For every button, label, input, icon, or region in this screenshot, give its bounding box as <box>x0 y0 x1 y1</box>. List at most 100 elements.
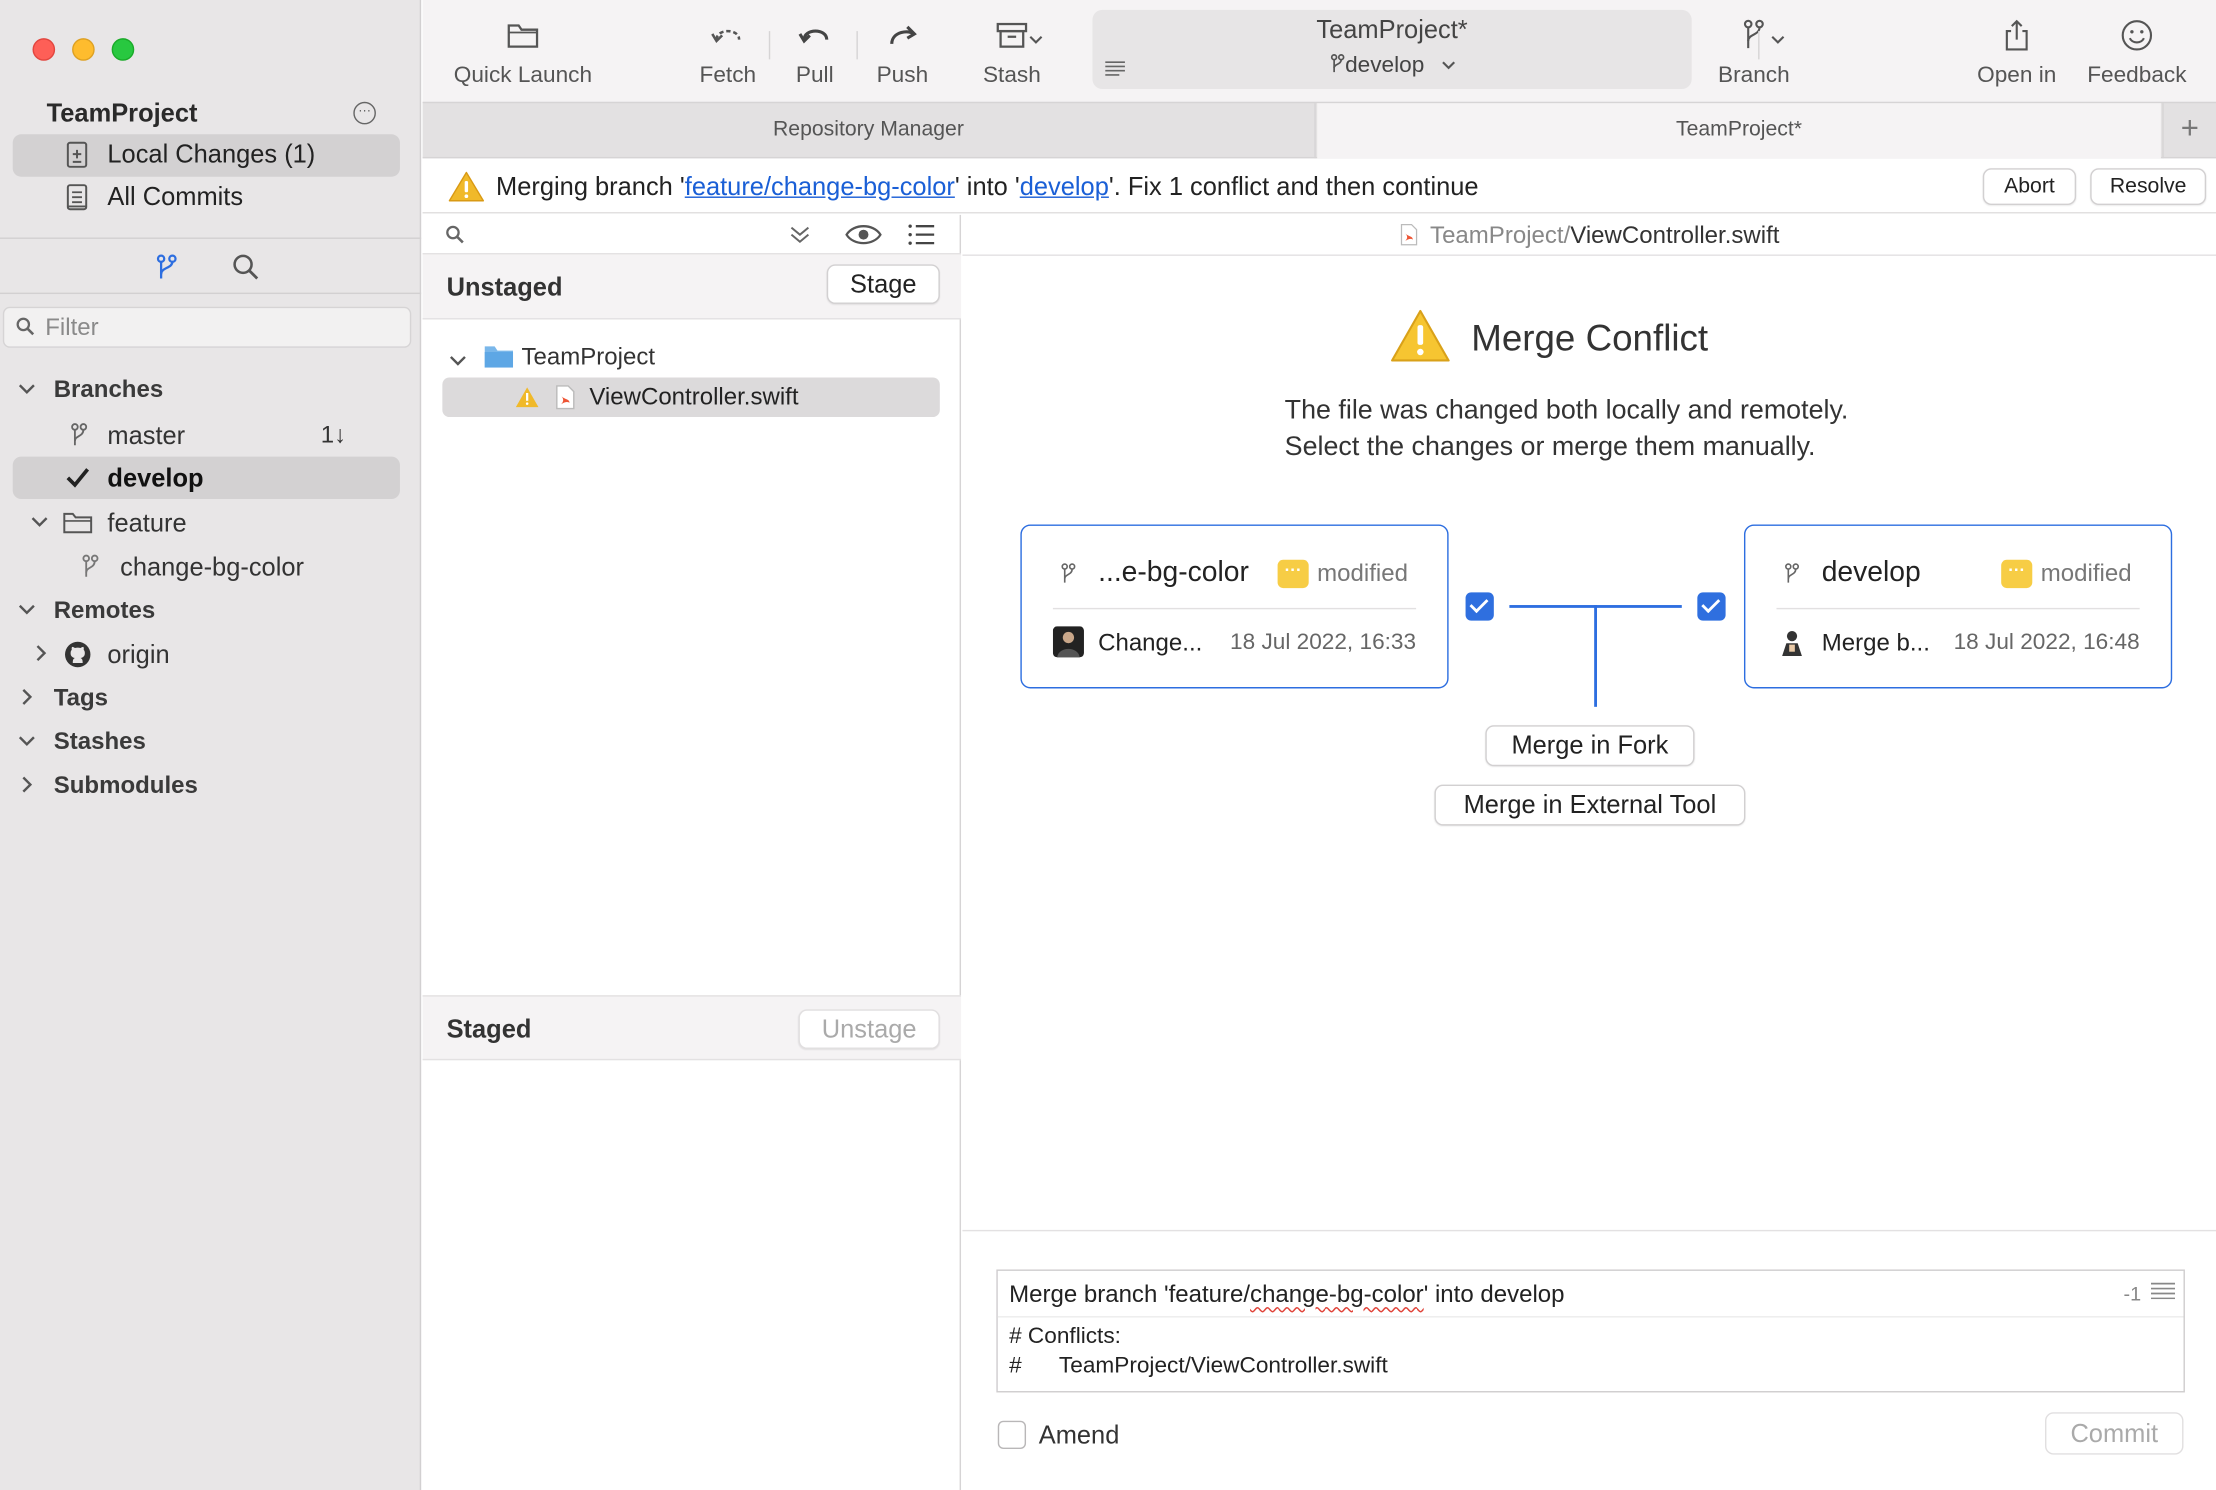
swift-file-icon <box>556 385 575 410</box>
chevron-down-icon[interactable] <box>448 351 468 371</box>
card-divider <box>1052 607 1417 610</box>
feedback-button[interactable]: Feedback <box>2083 17 2190 89</box>
subject-body-separator <box>997 1316 2184 1318</box>
ours-commit-date: 18 Jul 2022, 16:48 <box>1953 630 2140 655</box>
chevron-right-icon[interactable] <box>17 687 37 707</box>
fetch-button[interactable]: Fetch <box>693 17 764 89</box>
chevron-right-icon[interactable] <box>31 643 51 663</box>
tab-repository-manager[interactable]: Repository Manager <box>423 103 1316 159</box>
add-tab-button[interactable]: + <box>2162 103 2216 159</box>
minimize-window-button[interactable] <box>72 38 95 61</box>
merge-banner-message: Merging branch 'feature/change-bg-color'… <box>496 172 1479 202</box>
merge-in-fork-button[interactable]: Merge in Fork <box>1485 725 1695 767</box>
branch-master[interactable]: master 1↓ <box>0 414 421 456</box>
remotes-header: Remotes <box>53 596 156 624</box>
pull-button[interactable]: Pull <box>783 17 847 89</box>
local-changes-icon <box>66 141 88 168</box>
stash-icon <box>996 22 1028 48</box>
source-branch-link[interactable]: feature/change-bg-color <box>685 172 955 200</box>
amend-checkbox[interactable] <box>997 1420 1027 1450</box>
sidebar: TeamProject ··· Local Changes (1) All Co… <box>0 0 422 1490</box>
zoom-window-button[interactable] <box>111 38 135 61</box>
tags-section[interactable]: Tags <box>0 677 421 719</box>
chevron-right-icon[interactable] <box>17 775 37 795</box>
submodules-section[interactable]: Submodules <box>0 765 421 807</box>
commit-subject-field[interactable]: Merge branch 'feature/change-bg-color' i… <box>1009 1281 1564 1309</box>
repository-selector[interactable]: TeamProject* develop <box>1092 9 1692 90</box>
tab-bar: Repository Manager TeamProject* + <box>422 101 2216 159</box>
branch-button[interactable]: Branch <box>1709 17 1799 89</box>
tree-folder-teamproject[interactable]: TeamProject <box>423 339 961 379</box>
chevron-down-icon[interactable] <box>17 731 37 751</box>
stage-button[interactable]: Stage <box>826 264 940 304</box>
target-branch-link[interactable]: develop <box>1020 172 1109 200</box>
branch-dropdown-chevron-icon[interactable] <box>1771 34 1785 45</box>
branch-change-bg-color-label: change-bg-color <box>120 552 304 582</box>
unstaged-title: Unstaged <box>446 272 563 302</box>
nav-all-commits[interactable]: All Commits <box>13 177 400 219</box>
staged-title: Staged <box>446 1015 532 1044</box>
chevron-down-icon[interactable] <box>17 599 37 619</box>
staged-section-header: Staged Unstage <box>422 995 962 1061</box>
repository-title: TeamProject <box>46 98 198 128</box>
folder-icon <box>484 346 514 368</box>
theirs-branch-name: ...e-bg-color <box>1098 556 1249 589</box>
more-options-icon[interactable]: ··· <box>353 101 376 125</box>
theirs-change-card[interactable]: ...e-bg-color ··· modified Change... 18 … <box>1020 524 1449 689</box>
open-in-label: Open in <box>1977 63 2057 88</box>
eye-icon[interactable] <box>845 222 882 247</box>
folder-feature[interactable]: feature <box>0 502 421 544</box>
all-commits-icon <box>66 184 88 211</box>
ours-branch-name: develop <box>1821 556 1921 589</box>
commit-body-field[interactable]: # Conflicts: # TeamProject/ViewControlle… <box>1009 1322 1388 1381</box>
nav-local-changes[interactable]: Local Changes (1) <box>12 134 400 177</box>
chevron-down-icon[interactable] <box>30 512 50 532</box>
stashes-section[interactable]: Stashes <box>0 721 421 763</box>
description-line-2: Select the changes or merge them manuall… <box>1284 432 1816 463</box>
remote-origin[interactable]: origin <box>0 633 421 675</box>
stash-dropdown-chevron-icon[interactable] <box>1029 34 1043 45</box>
sidebar-divider <box>0 237 422 239</box>
lines-menu-icon[interactable] <box>2150 1282 2176 1300</box>
branches-tab-icon[interactable] <box>151 252 182 283</box>
chevron-down-icon[interactable] <box>17 379 37 399</box>
toolbar-divider <box>1758 31 1760 60</box>
ours-checkbox[interactable] <box>1697 592 1726 621</box>
merge-in-external-tool-button[interactable]: Merge in External Tool <box>1434 784 1746 826</box>
fetch-label: Fetch <box>699 63 757 88</box>
push-label: Push <box>876 63 929 88</box>
path-filename: ViewController.swift <box>1570 221 1780 249</box>
list-view-icon[interactable] <box>907 223 935 246</box>
remotes-section[interactable]: Remotes <box>0 589 421 631</box>
branch-change-bg-color[interactable]: change-bg-color <box>0 546 421 588</box>
file-row-viewcontroller[interactable]: ViewController.swift <box>442 377 940 418</box>
search-tab-icon[interactable] <box>230 252 261 283</box>
file-search-bar[interactable] <box>422 215 962 255</box>
branch-develop[interactable]: develop <box>0 457 421 499</box>
branches-section[interactable]: Branches <box>0 369 421 411</box>
collapse-all-icon[interactable] <box>789 225 812 245</box>
branch-master-label: master <box>107 421 186 450</box>
close-window-button[interactable] <box>32 38 56 61</box>
unstage-button[interactable]: Unstage <box>798 1009 940 1049</box>
commit-message-editor[interactable]: Merge branch 'feature/change-bg-color' i… <box>996 1269 2185 1393</box>
ours-change-card[interactable]: develop ··· modified Merge b... 18 Jul 2… <box>1743 524 2173 689</box>
current-branch-selector[interactable]: develop <box>1092 54 1691 79</box>
unstaged-section-header: Unstaged Stage <box>422 254 962 320</box>
ours-status: modified <box>2040 559 2132 587</box>
push-button[interactable]: Push <box>871 17 935 89</box>
quick-launch-button[interactable]: Quick Launch <box>452 17 593 89</box>
filter-input[interactable]: Filter <box>2 306 412 348</box>
stash-button[interactable]: Stash <box>977 17 1048 89</box>
commit-button[interactable]: Commit <box>2045 1412 2184 1455</box>
toolbar-divider <box>856 31 858 60</box>
folder-teamproject-label: TeamProject <box>521 343 656 371</box>
tab-teamproject[interactable]: TeamProject* <box>1317 103 2161 159</box>
remote-origin-label: origin <box>107 640 170 669</box>
open-in-button[interactable]: Open in <box>1970 17 2063 89</box>
share-icon <box>2005 19 2028 51</box>
resolve-button[interactable]: Resolve <box>2090 168 2207 205</box>
abort-button[interactable]: Abort <box>1982 168 2077 205</box>
theirs-checkbox[interactable] <box>1465 592 1494 621</box>
amend-label: Amend <box>1038 1420 1120 1450</box>
